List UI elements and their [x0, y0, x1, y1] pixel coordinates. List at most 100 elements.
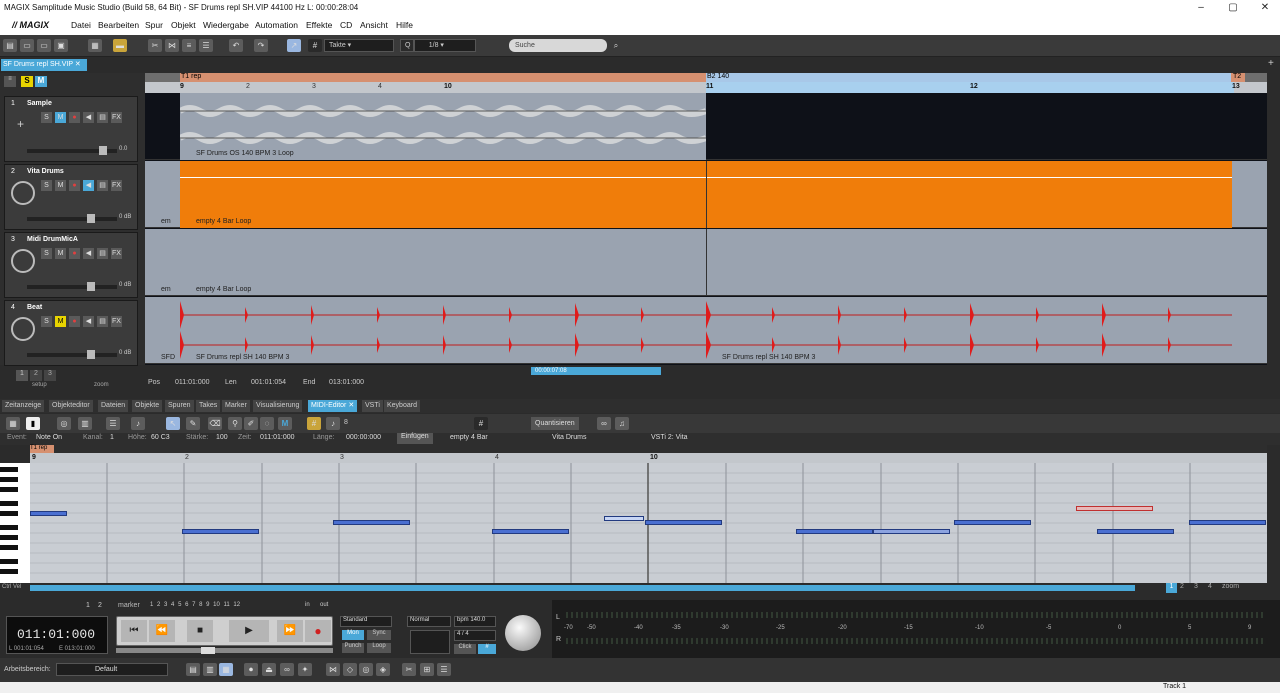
page-button-1[interactable]: 1 — [16, 370, 28, 381]
tools-icon[interactable]: ▦ — [88, 39, 102, 52]
midi-note[interactable] — [1097, 529, 1174, 534]
solo-button[interactable]: S — [41, 316, 52, 327]
eq-icon[interactable]: ▤ — [97, 248, 108, 259]
bpm-field[interactable]: bpm 140.0 — [454, 616, 496, 627]
fx-button[interactable]: FX — [111, 248, 122, 259]
pos-value[interactable]: 011:01:000 — [175, 379, 210, 386]
crossfade-icon[interactable]: ⋈ — [326, 663, 340, 676]
in-button[interactable]: in — [305, 602, 310, 608]
snap-icon[interactable]: ↗ — [287, 39, 301, 52]
track-select[interactable]: Vita Drums — [552, 434, 587, 441]
lane-beat[interactable]: SFD SF Drums repl SH 140 BPM 3 SF Drums … — [145, 297, 1267, 364]
staerke-value[interactable]: 100 — [216, 434, 228, 441]
punch-button[interactable]: Punch — [342, 643, 364, 653]
eq-icon[interactable]: ▤ — [97, 316, 108, 327]
marker-t1-midi[interactable]: T1 rep — [30, 445, 54, 453]
marker-b2[interactable]: B2 140 — [707, 73, 729, 80]
midi-note[interactable] — [1189, 520, 1266, 525]
grid-mode-select[interactable]: Takte ▾ — [324, 39, 394, 52]
track-name[interactable]: Midi DrumMicA — [27, 236, 78, 243]
mute-button[interactable]: M — [55, 112, 66, 123]
eraser-icon[interactable]: ⌫ — [208, 417, 222, 430]
page-button-3[interactable]: 3 — [44, 370, 56, 381]
maximize-button[interactable]: ▢ — [1218, 0, 1248, 15]
tab-zeitanzeige[interactable]: Zeitanzeige — [2, 400, 45, 412]
midi-note[interactable] — [954, 520, 1031, 525]
arrange-icon[interactable]: ▦ — [219, 663, 233, 676]
volume-curve-icon[interactable]: ◎ — [359, 663, 373, 676]
hash-icon[interactable]: # — [474, 417, 488, 430]
time-display[interactable]: 011:01:000 L 001:01:054 E 013:01:000 — [6, 616, 108, 654]
piano-keyboard[interactable] — [0, 463, 30, 583]
lane-midi-drummica[interactable]: empty 4 Bar Loop em — [145, 229, 1267, 296]
time-signature-field[interactable]: 4 / 4 — [454, 630, 496, 641]
redo-icon[interactable]: ↷ — [254, 39, 268, 52]
midi-note[interactable] — [796, 529, 873, 534]
global-mute-button[interactable]: M — [35, 76, 47, 87]
add-icon[interactable]: + — [17, 117, 24, 131]
minimize-button[interactable]: – — [1186, 0, 1216, 15]
mute-button[interactable]: M — [55, 248, 66, 259]
normal-select[interactable]: Normal — [407, 616, 451, 627]
link-tool-icon[interactable]: ∞ — [280, 663, 294, 676]
menu-spur[interactable]: Spur — [145, 20, 163, 30]
play-icon[interactable]: ▶ — [229, 620, 269, 642]
piano-roll-grid[interactable] — [30, 463, 1267, 583]
volume-fader[interactable] — [27, 282, 117, 291]
midi-page-3[interactable]: 3 — [1194, 583, 1198, 590]
track-header-1[interactable]: 1 Sample + S M ● ◀ ▤ FX 0.0 — [4, 96, 138, 162]
mute-button[interactable]: M — [55, 316, 66, 327]
laenge-value[interactable]: 000:00:000 — [346, 434, 381, 441]
volume-fader[interactable] — [27, 214, 117, 223]
snap-tool-icon[interactable]: ⊞ — [420, 663, 434, 676]
new-file-icon[interactable]: ▤ — [3, 39, 17, 52]
link-icon[interactable]: ∞ — [597, 417, 611, 430]
solo-button[interactable]: S — [41, 180, 52, 191]
loop-button[interactable]: Loop — [367, 643, 391, 653]
list-tool-icon[interactable]: ☰ — [437, 663, 451, 676]
eq-icon[interactable]: ▤ — [97, 112, 108, 123]
m-tool-icon[interactable]: M — [278, 417, 292, 430]
fx-button[interactable]: FX — [111, 180, 122, 191]
project-tab[interactable]: SF Drums repl SH.VIP ✕ — [1, 59, 87, 71]
kanal-value[interactable]: 1 — [110, 434, 114, 441]
object-select[interactable]: empty 4 Bar — [450, 434, 488, 441]
fx-button[interactable]: FX — [111, 316, 122, 327]
menu-ansicht[interactable]: Ansicht — [360, 20, 388, 30]
fx-tool-icon[interactable]: ✦ — [298, 663, 312, 676]
tab-vsti[interactable]: VSTi — [362, 400, 383, 412]
grid-icon[interactable]: # — [308, 39, 322, 52]
event-value[interactable]: Note On — [36, 434, 62, 441]
list-editor-icon[interactable]: ☰ — [106, 417, 120, 430]
timeline-ruler[interactable]: T1 rep B2 140 T2 9 2 3 4 10 11 12 13 — [145, 73, 1267, 93]
mute-tool-icon[interactable]: ◌ — [260, 417, 274, 430]
stop-icon[interactable]: ■ — [187, 620, 213, 642]
midi-page-1[interactable]: 1 — [1166, 583, 1177, 593]
folder-icon[interactable]: ▭ — [37, 39, 51, 52]
midi-note[interactable] — [604, 516, 644, 521]
fade-icon[interactable]: ◇ — [343, 663, 357, 676]
click-button[interactable]: Click — [454, 644, 476, 654]
track-header-3[interactable]: 3 Midi DrumMicA S M ● ◀ ▤ FX 0 dB — [4, 232, 138, 298]
record-mode-icon[interactable]: ⏺ — [244, 663, 258, 676]
record-icon[interactable]: ● — [69, 112, 80, 123]
save-icon[interactable]: ▣ — [54, 39, 68, 52]
highlighter-icon[interactable]: ✐ — [244, 417, 258, 430]
marker-buttons[interactable]: 1 2 3 4 5 6 7 8 9 10 11 12 — [150, 602, 300, 611]
position-slider[interactable] — [116, 647, 333, 654]
mute-button[interactable]: M — [55, 180, 66, 191]
track-name[interactable]: Beat — [27, 304, 42, 311]
cut-icon[interactable]: ✂ — [148, 39, 162, 52]
out-button[interactable]: out — [320, 602, 328, 608]
midi-page-2[interactable]: 2 — [1180, 583, 1184, 590]
metronome-icon[interactable]: # — [478, 644, 496, 654]
quantize-button[interactable]: Quantisieren — [531, 417, 579, 430]
track-name[interactable]: Vita Drums — [27, 168, 64, 175]
tab-spuren[interactable]: Spuren — [165, 400, 194, 412]
note-length-value[interactable]: 8 — [344, 419, 348, 426]
horizontal-scrollbar[interactable]: 00:00:07:08 — [531, 367, 661, 375]
search-input[interactable]: Suche — [509, 39, 607, 52]
insert-button[interactable]: Einfügen — [397, 433, 433, 444]
tab-midi-editor[interactable]: MIDI-Editor ✕ — [308, 400, 358, 412]
eq-icon[interactable]: ▤ — [97, 180, 108, 191]
